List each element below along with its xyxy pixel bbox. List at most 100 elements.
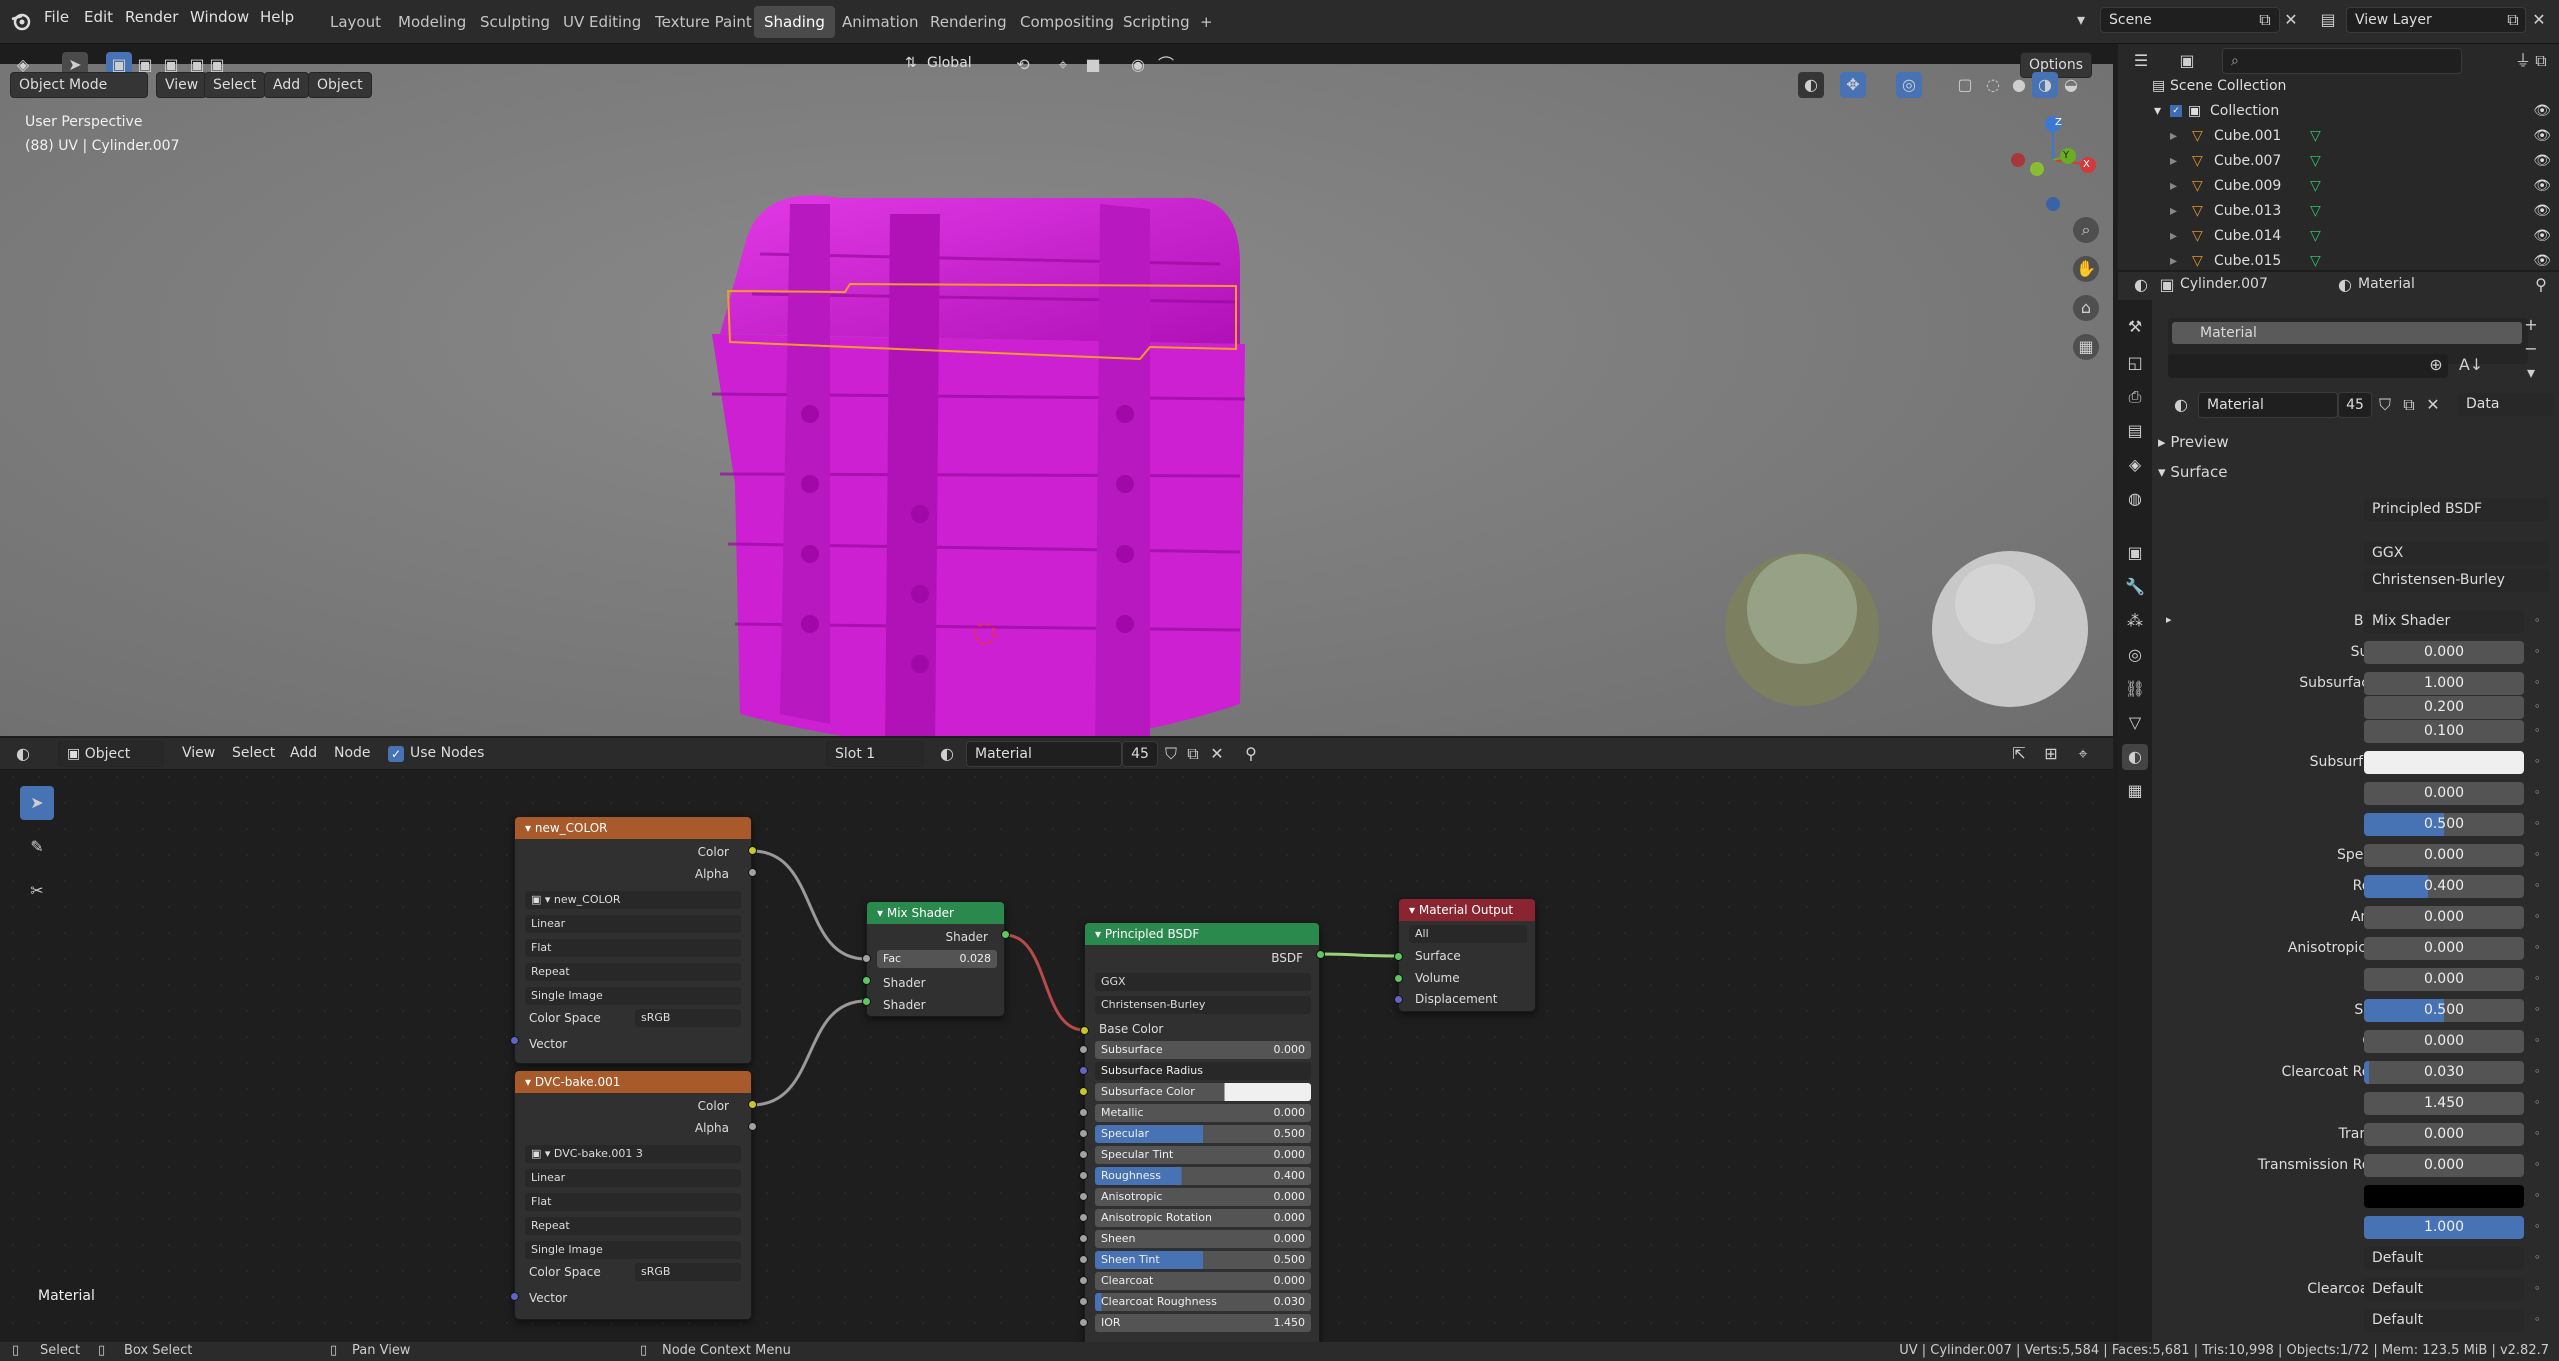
tab-layout[interactable]: Layout — [320, 6, 391, 38]
bsdf-input-field[interactable]: Specular Tint 0.000 — [1095, 1146, 1311, 1164]
fac-field[interactable]: Fac 0.028 — [877, 950, 997, 968]
socket-shader-in-2[interactable] — [862, 997, 871, 1006]
shading-material-icon[interactable]: ◑ — [2032, 72, 2058, 98]
property-number-slider[interactable]: 0.000 — [2364, 844, 2524, 867]
property-number-slider[interactable]: 0.000 — [2364, 641, 2524, 664]
material-browse-icon[interactable]: ◐ — [2168, 392, 2194, 418]
bsdf-input-field[interactable]: Clearcoat Roughness 0.030 — [1095, 1293, 1311, 1311]
outliner-scene-collection[interactable]: ▤ Scene Collection — [2118, 74, 2559, 98]
menu-window[interactable]: Window — [190, 8, 249, 26]
property-link-dropdown[interactable]: Default — [2364, 1247, 2524, 1270]
bsdf-input-field[interactable]: Subsurface 0.000 — [1095, 1041, 1311, 1059]
shading-solid-icon[interactable]: ● — [2006, 72, 2032, 98]
visibility-eye-icon[interactable]: 👁 — [2533, 174, 2551, 198]
outliner-item[interactable]: ▸ ▽ Cube.014 ▽ 👁 — [2118, 224, 2559, 248]
world-tab-icon[interactable]: ◍ — [2122, 486, 2148, 512]
node-menu-select[interactable]: Select — [224, 741, 283, 767]
node-menu-view[interactable]: View — [174, 741, 223, 767]
surface-shader-dropdown[interactable]: Principled BSDF — [2364, 498, 2549, 521]
menu-file[interactable]: File — [44, 8, 69, 26]
expand-input-icon[interactable]: ▸ — [2166, 613, 2172, 626]
bsdf-input-socket[interactable] — [1079, 1276, 1088, 1285]
socket-color-out[interactable] — [748, 846, 757, 855]
property-number-slider[interactable]: 0.500 — [2364, 813, 2524, 836]
object-tab-icon[interactable]: ▣ — [2122, 540, 2148, 566]
property-link-dropdown[interactable]: Default — [2364, 1278, 2524, 1301]
tab-modeling[interactable]: Modeling — [388, 6, 476, 38]
menu-help[interactable]: Help — [260, 8, 294, 26]
tool-tab-icon[interactable]: ⚒ — [2122, 314, 2148, 340]
property-number-slider[interactable]: 0.000 — [2364, 1154, 2524, 1177]
keyframe-dot-icon[interactable]: ◦ — [2534, 724, 2541, 737]
source-dropdown[interactable]: Single Image — [525, 1241, 741, 1259]
delete-scene-icon[interactable]: ✕ — [2278, 7, 2304, 33]
keyframe-dot-icon[interactable]: ◦ — [2534, 645, 2541, 658]
distribution-dropdown[interactable]: GGX — [1095, 973, 1311, 991]
property-color-swatch[interactable] — [2364, 751, 2524, 774]
outliner-item[interactable]: ▸ ▽ Cube.013 ▽ 👁 — [2118, 199, 2559, 223]
property-number-slider[interactable]: 0.000 — [2364, 1030, 2524, 1053]
mesh-data-icon[interactable]: ▽ — [2310, 224, 2321, 248]
menu-render[interactable]: Render — [125, 8, 178, 26]
render-tab-icon[interactable]: ◱ — [2122, 350, 2148, 376]
keyframe-dot-icon[interactable]: ◦ — [2534, 972, 2541, 985]
keyframe-dot-icon[interactable]: ◦ — [2534, 1096, 2541, 1109]
shader-type-dropdown[interactable]: ▣ Object — [58, 741, 164, 767]
shader-node-editor[interactable]: ➤ ✎ ✂ ▾ new_COLOR Color Alpha ▣ ▾ new_CO… — [0, 738, 2113, 1342]
projection-dropdown[interactable]: Flat — [525, 1193, 741, 1211]
viewport-menu-select[interactable]: Select — [204, 72, 266, 98]
outliner-item[interactable]: ▸ ▽ Cube.001 ▽ 👁 — [2118, 124, 2559, 148]
keyframe-dot-icon[interactable]: ◦ — [2534, 1251, 2541, 1264]
add-workspace-button[interactable]: + — [1190, 6, 1223, 38]
tab-uv-editing[interactable]: UV Editing — [553, 6, 651, 38]
grid-perspective-icon[interactable]: ▦ — [2073, 334, 2099, 360]
interpolation-dropdown[interactable]: Linear — [525, 915, 741, 933]
3d-viewport[interactable]: Z X Y User Perspective (88) UV | Cylinde… — [0, 64, 2113, 736]
texture-tab-icon[interactable]: ▦ — [2122, 778, 2148, 804]
socket-surface-in[interactable] — [1394, 952, 1403, 961]
transform-orientation-dropdown[interactable]: Global — [927, 55, 972, 71]
property-number-slider[interactable]: 0.200 — [2364, 696, 2524, 719]
distribution-dropdown[interactable]: GGX — [2364, 542, 2549, 565]
visibility-eye-icon[interactable]: 👁 — [2533, 124, 2551, 148]
property-number-slider[interactable]: 1.450 — [2364, 1092, 2524, 1115]
image-datablock[interactable]: ▣ ▾ new_COLOR — [525, 891, 741, 909]
extension-dropdown[interactable]: Repeat — [525, 1217, 741, 1235]
mesh-data-icon[interactable]: ▽ — [2310, 174, 2321, 198]
socket-vector-in[interactable] — [510, 1292, 519, 1301]
outliner-item[interactable]: ▸ ▽ Cube.015 ▽ 👁 — [2118, 249, 2559, 270]
keyframe-dot-icon[interactable]: ◦ — [2534, 910, 2541, 923]
property-number-slider[interactable]: 0.400 — [2364, 875, 2524, 898]
overlays-icon[interactable]: ◎ — [1896, 72, 1922, 98]
slot-filter-search-icon[interactable]: ⊕ — [2423, 352, 2449, 378]
bsdf-input-field[interactable]: IOR 1.450 — [1095, 1314, 1311, 1332]
mesh-data-icon[interactable]: ▽ — [2310, 199, 2321, 223]
viewport-menu-add[interactable]: Add — [264, 72, 310, 98]
bsdf-input-field[interactable]: Anisotropic Rotation 0.000 — [1095, 1209, 1311, 1227]
property-number-slider[interactable]: 1.000 — [2364, 672, 2524, 695]
source-dropdown[interactable]: Single Image — [525, 987, 741, 1005]
particles-tab-icon[interactable]: ⁂ — [2122, 608, 2148, 634]
material-slot-item[interactable]: Material — [2172, 322, 2522, 344]
visibility-eye-icon[interactable]: 👁 — [2533, 199, 2551, 223]
material-tab-icon[interactable]: ◐ — [2122, 744, 2148, 770]
keyframe-dot-icon[interactable]: ◦ — [2534, 879, 2541, 892]
tab-animation[interactable]: Animation — [832, 6, 928, 38]
keyframe-dot-icon[interactable]: ◦ — [2534, 1189, 2541, 1202]
image-texture-node-2[interactable]: ▾ DVC-bake.001 Color Alpha ▣ ▾ DVC-bake.… — [514, 1070, 752, 1320]
bsdf-input-socket[interactable] — [1079, 1213, 1088, 1222]
node-menu-add[interactable]: Add — [282, 741, 325, 767]
mesh-data-icon[interactable]: ▽ — [2310, 124, 2321, 148]
outliner-item[interactable]: ▸ ▽ Cube.007 ▽ 👁 — [2118, 149, 2559, 173]
property-color-swatch[interactable] — [2364, 1185, 2524, 1208]
new-collection-icon[interactable]: ⧉ — [2528, 48, 2554, 74]
add-slot-icon[interactable]: + — [2518, 312, 2544, 338]
keyframe-dot-icon[interactable]: ◦ — [2534, 786, 2541, 799]
bsdf-input-socket[interactable] — [1079, 1087, 1088, 1096]
cut-links-tool-icon[interactable]: ✂ — [20, 874, 54, 908]
display-mode-icon[interactable]: ▣ — [2174, 48, 2200, 74]
keyframe-dot-icon[interactable]: ◦ — [2534, 1220, 2541, 1233]
blender-logo-icon[interactable] — [10, 10, 32, 32]
tab-rendering[interactable]: Rendering — [920, 6, 1017, 38]
new-scene-icon[interactable]: ⧉ — [2252, 7, 2278, 33]
